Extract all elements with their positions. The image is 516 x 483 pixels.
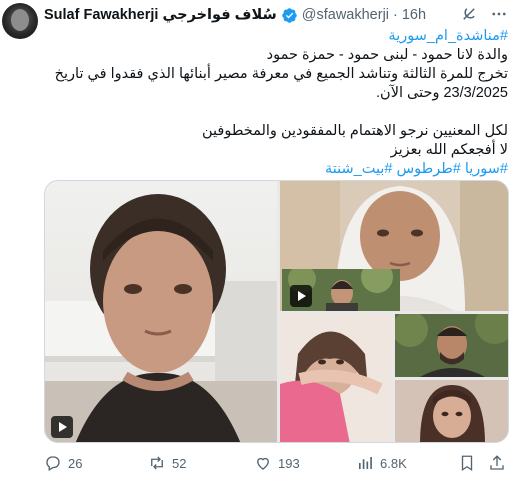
text-line: لكل المعنيين نرجو الاهتمام بالمفقودين وا… [202, 123, 508, 139]
hashtag-line[interactable]: #مناشدة_ام_سورية [44, 27, 508, 46]
image-thumbnail-daughter[interactable] [395, 380, 508, 442]
avatar[interactable] [2, 3, 38, 39]
tweet-text: #مناشدة_ام_سورية والدة لانا حمود - لبنى … [44, 27, 508, 179]
views-icon [359, 457, 372, 469]
separator-dot: · [393, 7, 398, 23]
text-line: لا أفجعكم الله بعزيز [390, 142, 508, 158]
reply-button[interactable]: 26 [44, 454, 82, 472]
repost-button[interactable]: 52 [148, 454, 186, 472]
play-icon[interactable] [290, 285, 312, 307]
like-button[interactable]: 193 [254, 454, 300, 472]
text-line: تخرج للمرة الثالثة وتناشد الجميع في معرف… [54, 66, 508, 82]
reply-count: 26 [68, 455, 83, 471]
repost-count: 52 [172, 455, 187, 471]
action-bar: 26 52 193 6.8K [44, 452, 508, 474]
grok-icon[interactable] [460, 5, 478, 23]
bookmark-button[interactable] [458, 454, 476, 472]
video-thumbnail-main[interactable] [45, 181, 277, 442]
verified-icon [282, 7, 297, 23]
hashtag-line[interactable]: #سوريا #طرطوس #بيت_شنتة [44, 160, 508, 179]
image-thumbnail-mother[interactable] [280, 181, 508, 311]
repost-icon [151, 456, 163, 470]
more-icon[interactable] [490, 5, 508, 23]
play-icon[interactable] [51, 416, 73, 438]
text-line: والدة لانا حمود - لبنى حمود - حمزة حمود [266, 47, 508, 63]
views-button[interactable]: 6.8K [356, 454, 407, 472]
inset-photo [282, 269, 400, 311]
image-thumbnail-son[interactable] [395, 314, 508, 377]
author-name[interactable]: Sulaf Fawakherji سُلاف فواخرجي [44, 7, 277, 23]
reply-icon [46, 456, 60, 471]
bookmark-icon [461, 455, 473, 472]
share-icon [490, 455, 504, 470]
tweet-header: Sulaf Fawakherji سُلاف فواخرجي @sfawakhe… [44, 5, 508, 25]
views-count: 6.8K [380, 455, 407, 471]
author-handle[interactable]: @sfawakherji [302, 7, 389, 23]
like-icon [257, 457, 269, 470]
image-thumbnail-girl[interactable] [280, 314, 392, 442]
post-time[interactable]: 16h [402, 7, 426, 23]
text-line: 23/3/2025 وحتى الآن. [376, 85, 508, 101]
share-button[interactable] [488, 454, 506, 472]
media-grid[interactable] [44, 180, 509, 443]
avatar-face [11, 9, 29, 31]
like-count: 193 [278, 455, 300, 471]
